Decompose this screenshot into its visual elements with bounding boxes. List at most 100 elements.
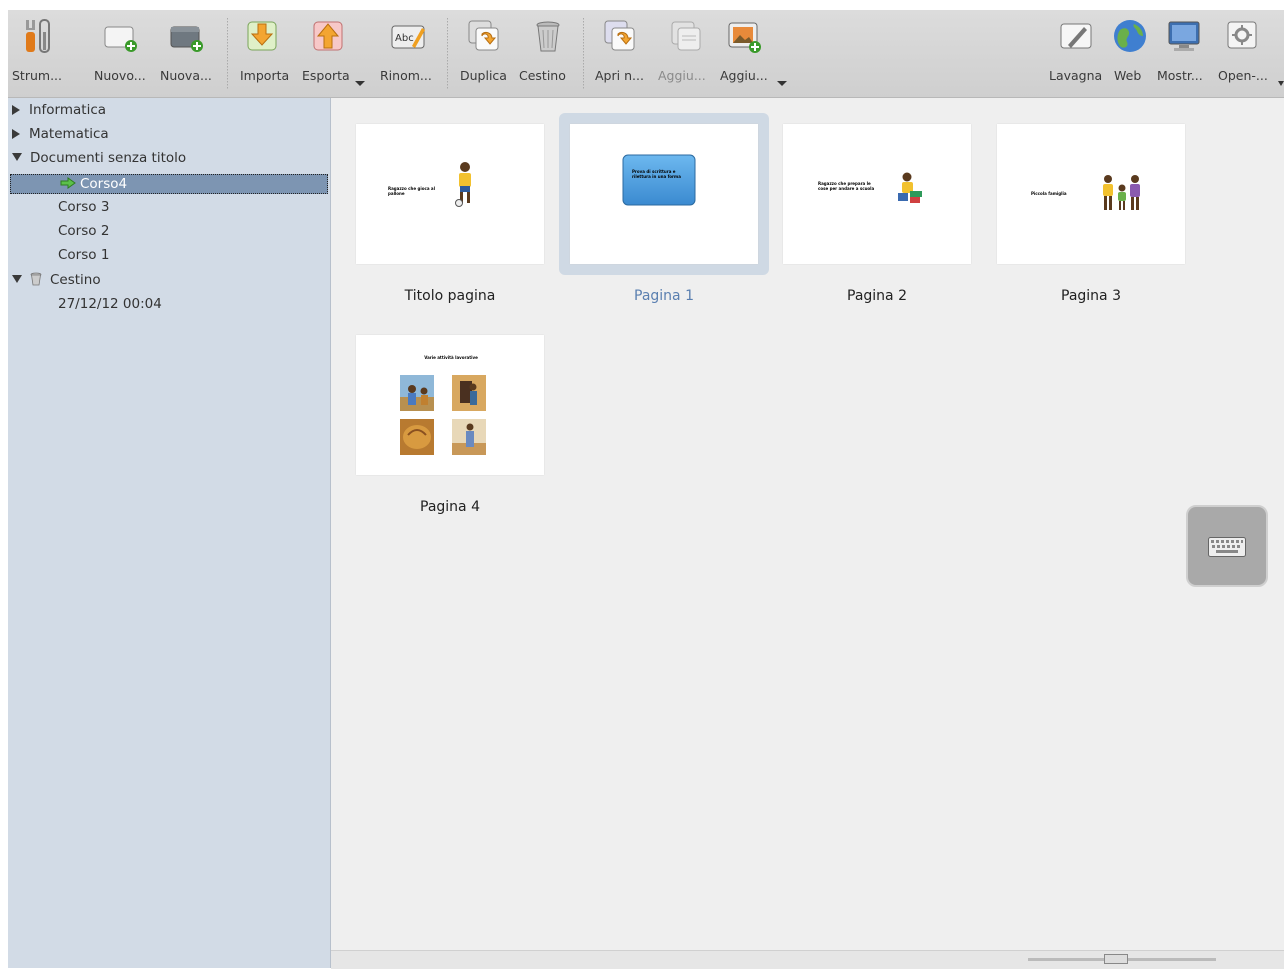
export-dropdown-icon[interactable] [355, 81, 365, 86]
monitor-icon [1168, 21, 1200, 51]
add-page-button[interactable]: Aggiu... [656, 10, 716, 97]
page-thumbnail[interactable]: Ragazzo che gioca al pallone [356, 124, 544, 264]
page-label: Pagina 2 [847, 288, 907, 304]
tree-item-label: Documenti senza titolo [30, 150, 187, 166]
new-document-label: Nuovo... [94, 68, 146, 83]
current-arrow-icon [60, 177, 76, 189]
tools-label: Strum... [12, 68, 62, 83]
thumbnail-text: Prova di scrittura e rilettura in una fo… [632, 169, 681, 179]
toolbar-separator [447, 18, 448, 90]
expand-arrow-icon[interactable] [12, 129, 20, 139]
add-image-label: Aggiu... [720, 68, 768, 83]
open-sankore-button[interactable]: Open-... [1214, 10, 1274, 97]
import-label: Importa [240, 68, 290, 83]
tree-item-documenti-senza-titolo[interactable]: Documenti senza titolo [12, 147, 186, 169]
page-label: Pagina 3 [1061, 288, 1121, 304]
duplicate-label: Duplica [460, 68, 507, 83]
tree-item-corso4[interactable]: Corso4 [60, 173, 127, 195]
export-label: Esporta [302, 68, 350, 83]
settings-icon [1227, 21, 1257, 49]
duplicate-icon [468, 20, 499, 51]
rename-icon: Abc [391, 25, 425, 49]
collapse-arrow-icon[interactable] [12, 153, 22, 161]
app-window: Strum... Nuovo... Nuova... Importa Espor… [8, 10, 1284, 969]
tree-item-label: Corso4 [80, 176, 128, 192]
tools-button[interactable]: Strum... [8, 10, 70, 97]
expand-arrow-icon[interactable] [12, 105, 20, 115]
export-icon [313, 21, 343, 51]
tree-item-label: Corso 2 [58, 223, 110, 239]
new-folder-button[interactable]: Nuova... [156, 10, 222, 97]
add-image-button[interactable]: Aggiu... [718, 10, 780, 97]
toolbar-separator [583, 18, 584, 90]
globe-icon [1114, 20, 1146, 52]
trash-icon [30, 272, 42, 286]
trash-label: Cestino [519, 68, 566, 83]
thumbnail-text: Varie attività lavorative [424, 355, 478, 360]
tree-item-label: Informatica [29, 102, 107, 118]
new-document-button[interactable]: Nuovo... [88, 10, 154, 97]
thumbnail-text: Ragazzo che prepara le cose per andare a… [818, 181, 875, 191]
duplicate-button[interactable]: Duplica [458, 10, 512, 97]
tree-item-label: Matematica [29, 126, 109, 142]
collapse-arrow-icon[interactable] [12, 275, 22, 283]
work-activities-images [400, 375, 486, 455]
rename-button[interactable]: Abc Rinom... [378, 10, 438, 97]
tree-item-informatica[interactable]: Informatica [12, 99, 106, 121]
export-button[interactable]: Esporta [300, 10, 362, 97]
page-label: Pagina 4 [420, 499, 480, 515]
add-dropdown-icon[interactable] [777, 81, 787, 86]
folder-tree: Informatica Matematica Documenti senza t… [8, 98, 331, 968]
thumbnail-text: Piccola famiglia [1031, 191, 1067, 196]
thumbnail-text: Ragazzo che gioca al pallone [388, 186, 435, 196]
new-document-icon [104, 26, 137, 52]
zoom-slider-handle[interactable] [1104, 954, 1128, 964]
trash-button[interactable]: Cestino [516, 10, 574, 97]
text-box-shape [622, 154, 696, 206]
tools-icon [26, 19, 50, 53]
open-label: Apri n... [595, 68, 644, 83]
board-button[interactable]: Lavagna [1046, 10, 1106, 97]
boy-with-books-icon [898, 172, 922, 203]
tree-item-cestino[interactable]: Cestino [12, 269, 101, 291]
show-desktop-button[interactable]: Mostr... [1154, 10, 1210, 97]
tree-item-label: Corso 3 [58, 199, 110, 215]
page-thumbnail[interactable]: Piccola famiglia [997, 124, 1185, 264]
new-folder-label: Nuova... [160, 68, 212, 83]
page-label: Titolo pagina [404, 288, 496, 304]
add-page-label: Aggiu... [658, 68, 706, 83]
tree-item-label: Corso 1 [58, 247, 110, 263]
virtual-keyboard-button[interactable] [1186, 505, 1268, 587]
web-label: Web [1114, 68, 1142, 83]
trash-icon [536, 21, 560, 52]
family-figures-icon [1103, 175, 1140, 210]
tree-item-label: 27/12/12 00:04 [58, 296, 162, 312]
page-label: Pagina 1 [634, 288, 694, 304]
tree-item-corso-1[interactable]: Corso 1 [58, 244, 109, 266]
open-sankore-label: Open-... [1218, 68, 1268, 83]
tree-item-corso-2[interactable]: Corso 2 [58, 220, 109, 242]
toolbar: Strum... Nuovo... Nuova... Importa Espor… [8, 10, 1284, 98]
tree-item-matematica[interactable]: Matematica [12, 123, 109, 145]
page-thumbnail-selected[interactable]: Prova di scrittura e rilettura in una fo… [570, 124, 758, 264]
new-folder-icon [170, 26, 203, 52]
rename-label: Rinom... [380, 68, 432, 83]
board-label: Lavagna [1049, 68, 1103, 83]
board-icon [1060, 23, 1092, 49]
page-thumbnail[interactable]: Ragazzo che prepara le cose per andare a… [783, 124, 971, 264]
web-button[interactable]: Web [1110, 10, 1150, 97]
keyboard-icon [1208, 537, 1246, 557]
import-button[interactable]: Importa [236, 10, 296, 97]
more-dropdown-icon[interactable] [1278, 81, 1284, 86]
tree-item-corso-3[interactable]: Corso 3 [58, 196, 109, 218]
open-icon [604, 20, 635, 51]
show-desktop-label: Mostr... [1157, 68, 1203, 83]
tree-item-trash-date[interactable]: 27/12/12 00:04 [58, 293, 162, 315]
add-page-icon [671, 21, 701, 51]
horizontal-scrollbar[interactable] [331, 950, 1284, 969]
add-image-icon [728, 22, 761, 53]
svg-text:Abc: Abc [395, 33, 414, 44]
open-button[interactable]: Apri n... [592, 10, 654, 97]
tree-item-label: Cestino [50, 272, 101, 288]
page-thumbnail[interactable]: Varie attività lavorative [356, 335, 544, 475]
